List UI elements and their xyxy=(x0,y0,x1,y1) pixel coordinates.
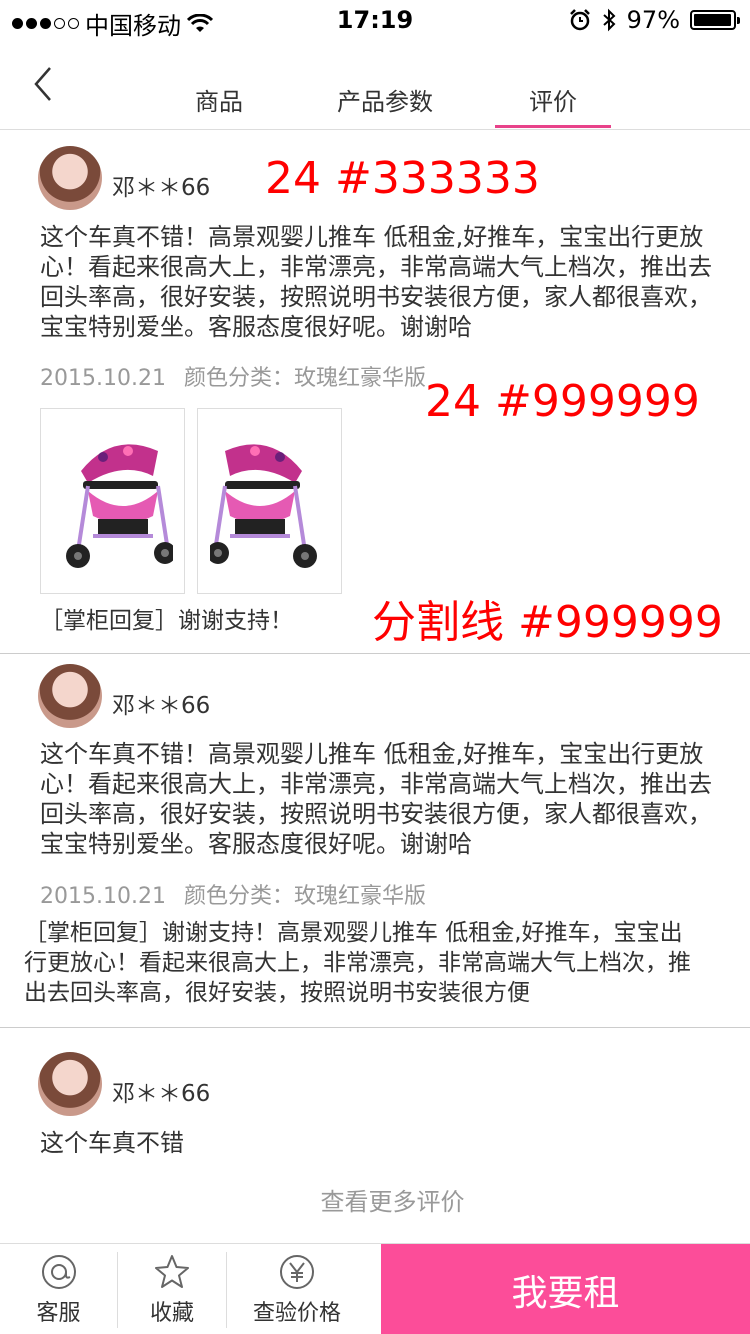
review-photo[interactable] xyxy=(40,408,185,594)
annotation-meta-spec: 24 #999999 xyxy=(425,376,700,427)
price-check-button[interactable]: 查验价格 xyxy=(227,1244,367,1334)
review-date: 2015.10.21 xyxy=(40,884,166,909)
review-divider xyxy=(0,1027,750,1028)
yen-icon xyxy=(280,1254,314,1289)
battery-icon xyxy=(690,10,740,30)
alarm-icon xyxy=(569,9,590,31)
review-page: 中国移动 17:19 97% 商品 产品参数 评价 邓＊＊66 这个车真不错！高… xyxy=(0,0,750,1334)
rent-button[interactable]: 我要租 xyxy=(381,1244,750,1334)
tab-reviews[interactable]: 评价 xyxy=(529,82,577,117)
battery-percent: 97% xyxy=(626,6,680,34)
avatar xyxy=(38,146,102,210)
stroller-image xyxy=(209,444,317,568)
favorite-button[interactable]: 收藏 xyxy=(118,1244,226,1334)
customer-service-button[interactable]: 客服 xyxy=(0,1244,117,1334)
annotation-text-spec: 24 #333333 xyxy=(265,153,540,204)
more-reviews-link[interactable]: 查看更多评价 xyxy=(0,1182,750,1217)
reviewer-name: 邓＊＊66 xyxy=(112,1081,211,1107)
avatar xyxy=(38,1052,102,1116)
review-meta: 2015.10.21 颜色分类：玫瑰红豪华版 xyxy=(40,878,426,910)
tab-params[interactable]: 产品参数 xyxy=(337,82,433,117)
bottom-action-bar: 客服 收藏 查验价格 我要租 xyxy=(0,1243,750,1334)
bluetooth-icon xyxy=(602,8,616,32)
avatar xyxy=(38,664,102,728)
reviewer-name: 邓＊＊66 xyxy=(112,175,211,201)
review-meta: 2015.10.21 颜色分类：玫瑰红豪华版 xyxy=(40,360,426,392)
back-chevron-icon[interactable] xyxy=(28,64,58,104)
review-content: 这个车真不错 xyxy=(40,1129,184,1157)
star-icon xyxy=(155,1254,189,1288)
status-bar: 中国移动 17:19 97% xyxy=(0,0,750,40)
stroller-image xyxy=(65,444,173,568)
review-content: 这个车真不错！高景观婴儿推车 低租金,好推车，宝宝出行更放心！看起来很高大上，非… xyxy=(40,740,712,858)
at-sign-icon xyxy=(41,1254,76,1289)
nav-bar: 商品 产品参数 评价 xyxy=(0,40,750,130)
tab-goods[interactable]: 商品 xyxy=(195,82,243,117)
reviewer-name: 邓＊＊66 xyxy=(112,693,211,719)
review-color: 颜色分类：玫瑰红豪华版 xyxy=(183,884,426,909)
seller-reply: ［掌柜回复］谢谢支持！高景观婴儿推车 低租金,好推车，宝宝出行更放心！看起来很高… xyxy=(24,920,691,1006)
review-color: 颜色分类：玫瑰红豪华版 xyxy=(183,366,426,391)
annotation-divider-spec: 分割线 #999999 xyxy=(372,597,723,648)
review-date: 2015.10.21 xyxy=(40,366,166,391)
active-tab-indicator xyxy=(495,125,611,128)
review-photo[interactable] xyxy=(197,408,342,594)
review-divider xyxy=(0,653,750,654)
seller-reply: ［掌柜回复］谢谢支持！ xyxy=(40,608,293,634)
review-content: 这个车真不错！高景观婴儿推车 低租金,好推车，宝宝出行更放心！看起来很高大上，非… xyxy=(40,223,712,341)
